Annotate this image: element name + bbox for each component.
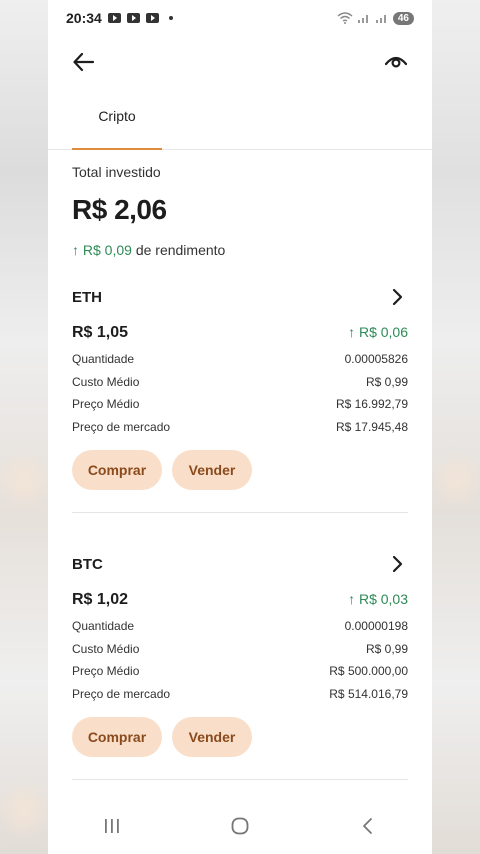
home-button[interactable] [220,806,260,846]
detail-label: Preço de mercado [72,419,171,434]
status-time: 20:34 [66,10,102,26]
detail-row-average-cost: Custo Médio R$ 0,99 [72,638,408,661]
asset-name: ETH [72,288,102,306]
eye-icon [384,56,408,68]
total-invested-value: R$ 2,06 [72,194,167,225]
detail-row-market-price: Preço de mercado R$ 514.016,79 [72,683,408,706]
back-button[interactable] [70,48,98,76]
chevron-left-icon [363,818,372,834]
recent-apps-button[interactable] [92,806,132,846]
asset-balance: R$ 1,02 [72,591,129,608]
detail-row-average-cost: Custo Médio R$ 0,99 [72,371,408,394]
divider [72,512,408,513]
buy-button[interactable]: Comprar [72,450,162,490]
sell-button[interactable]: Vender [172,450,252,490]
detail-value: R$ 0,99 [365,641,408,656]
detail-value: R$ 0,99 [365,374,408,389]
background-right [432,0,480,854]
detail-row-quantity: Quantidade 0.00000198 [72,615,408,638]
detail-value: R$ 514.016,79 [329,686,408,701]
detail-value: R$ 16.992,79 [335,397,408,412]
asset-balance: R$ 1,05 [72,324,129,341]
tab-cripto[interactable]: Cripto [72,108,162,136]
youtube-notification-icon [145,13,159,23]
youtube-notification-icon [107,13,121,23]
yield-line: ↑ R$ 0,09 de rendimento [72,242,408,258]
detail-label: Quantidade [72,352,135,367]
asset-details-button[interactable] [386,286,408,308]
signal-icon [357,15,368,23]
asset-card-btc: BTC R$ 1,02 ↑ R$ 0,03 Quantidade 0.00000… [48,551,432,757]
total-invested-label: Total investido [72,164,161,180]
detail-value: 0.00000198 [344,619,408,634]
status-bar: 20:34 46 [48,0,432,36]
asset-name: BTC [72,555,103,573]
system-navigation-bar [48,798,432,854]
detail-label: Preço Médio [72,397,140,412]
detail-row-quantity: Quantidade 0.00005826 [72,348,408,371]
detail-label: Custo Médio [72,641,140,656]
detail-value: 0.00005826 [344,352,408,367]
phone-screen: 20:34 46 Cripto Total investido R$ 2,06 … [48,0,432,854]
detail-value: R$ 17.945,48 [335,419,408,434]
sell-button[interactable]: Vender [172,717,252,757]
wifi-icon [337,12,353,24]
tab-bar: Cripto [48,86,432,150]
background-left [0,0,48,854]
asset-details-button[interactable] [386,553,408,575]
system-back-button[interactable] [348,806,388,846]
detail-value: R$ 500.000,00 [329,664,408,679]
recent-apps-icon [105,819,119,833]
detail-label: Custo Médio [72,374,140,389]
asset-gain: ↑ R$ 0,06 [348,324,408,340]
tab-active-indicator [72,148,162,150]
buy-button[interactable]: Comprar [72,717,162,757]
yield-amount: ↑ R$ 0,09 [72,242,132,258]
chevron-right-icon [392,555,403,573]
more-notifications-icon [168,16,173,20]
signal-icon [375,15,386,23]
detail-row-average-price: Preço Médio R$ 16.992,79 [72,393,408,416]
divider [72,779,408,780]
detail-row-average-price: Preço Médio R$ 500.000,00 [72,660,408,683]
detail-label: Preço Médio [72,664,140,679]
youtube-notification-icon [126,13,140,23]
yield-suffix: de rendimento [135,242,226,258]
asset-card-eth: ETH R$ 1,05 ↑ R$ 0,06 Quantidade 0.00005… [48,284,432,490]
asset-gain: ↑ R$ 0,03 [348,591,408,607]
detail-label: Preço de mercado [72,686,171,701]
detail-row-market-price: Preço de mercado R$ 17.945,48 [72,416,408,439]
detail-label: Quantidade [72,619,135,634]
home-icon [231,817,249,835]
arrow-left-icon [73,52,95,72]
portfolio-summary: Total investido R$ 2,06 ↑ R$ 0,09 de ren… [48,150,432,258]
chevron-right-icon [392,288,403,306]
app-bar [48,36,432,86]
toggle-visibility-button[interactable] [382,48,410,76]
asset-details: Quantidade 0.00000198 Custo Médio R$ 0,9… [72,615,408,705]
battery-icon: 46 [392,11,414,25]
asset-details: Quantidade 0.00005826 Custo Médio R$ 0,9… [72,348,408,438]
